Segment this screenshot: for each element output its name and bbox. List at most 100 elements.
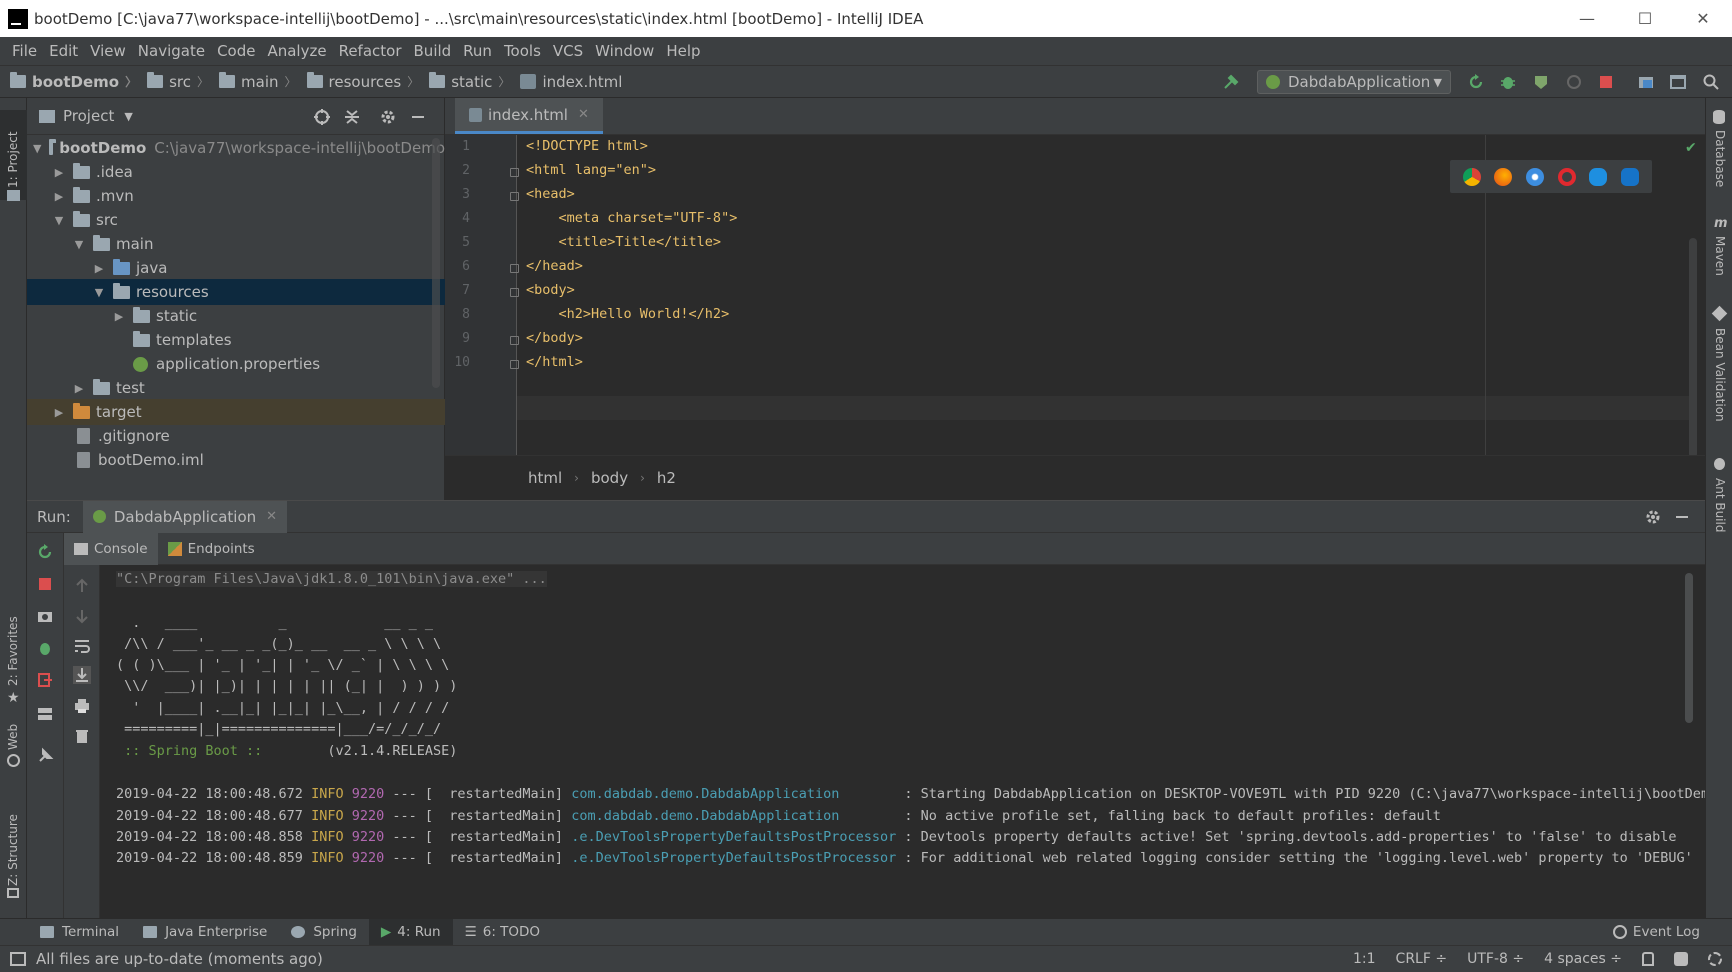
tree-item-resources[interactable]: ▼ resources xyxy=(27,279,445,305)
menu-edit[interactable]: Edit xyxy=(43,42,84,60)
menu-analyze[interactable]: Analyze xyxy=(261,42,332,60)
tree-item-bootdemo-iml[interactable]: bootDemo.iml xyxy=(27,447,445,473)
menu-refactor[interactable]: Refactor xyxy=(333,42,408,60)
update-app-icon[interactable] xyxy=(36,639,54,657)
arrow-down-icon[interactable] xyxy=(73,607,91,625)
soft-wrap-icon[interactable] xyxy=(73,637,91,655)
menu-build[interactable]: Build xyxy=(408,42,458,60)
breadcrumb-main[interactable]: main 〉 xyxy=(219,72,297,91)
rerun-icon[interactable] xyxy=(36,543,54,561)
breadcrumb-static[interactable]: static 〉 xyxy=(429,72,510,91)
run-tool-button[interactable]: ▶ 4: Run xyxy=(368,918,453,946)
chevron-right-icon[interactable]: ▶ xyxy=(53,190,65,203)
breadcrumb-h2[interactable]: h2 xyxy=(657,469,676,487)
memory-indicator-icon[interactable] xyxy=(1708,952,1722,966)
inspector-icon[interactable] xyxy=(1674,952,1688,966)
project-structure-icon[interactable] xyxy=(1637,73,1655,91)
console-scrollbar[interactable] xyxy=(1685,573,1693,723)
toggle-tool-windows-icon[interactable] xyxy=(10,952,26,966)
chevron-down-icon[interactable]: ▼ xyxy=(33,142,41,155)
gear-icon[interactable] xyxy=(379,108,397,126)
web-tool-button[interactable]: Web xyxy=(0,718,27,778)
print-icon[interactable] xyxy=(73,697,91,715)
chevron-right-icon[interactable]: ▶ xyxy=(73,382,85,395)
code-line-5[interactable]: <title>Title</title> xyxy=(526,234,722,250)
collapse-all-icon[interactable] xyxy=(343,108,361,126)
arrow-up-icon[interactable] xyxy=(73,577,91,595)
code-line-4[interactable]: <meta charset="UTF-8"> xyxy=(526,210,738,226)
code-line-9[interactable]: </body> xyxy=(526,330,583,346)
terminal-tool-button[interactable]: Terminal xyxy=(28,919,131,946)
fold-marker-icon[interactable] xyxy=(510,336,519,345)
camera-icon[interactable] xyxy=(36,607,54,625)
fold-marker-icon[interactable] xyxy=(510,288,519,297)
presentation-mode-icon[interactable] xyxy=(1669,73,1687,91)
rerun-icon[interactable] xyxy=(1467,73,1485,91)
code-line-1[interactable]: <!DOCTYPE html> xyxy=(526,138,648,154)
tree-item-idea[interactable]: ▶ .idea xyxy=(27,159,445,185)
layout-icon[interactable] xyxy=(36,705,54,723)
menu-code[interactable]: Code xyxy=(211,42,261,60)
locate-file-icon[interactable] xyxy=(313,108,331,126)
hide-panel-icon[interactable] xyxy=(1673,508,1691,526)
tab-index-html[interactable]: index.html ✕ xyxy=(455,98,603,134)
tree-item-java[interactable]: ▶ java xyxy=(27,255,445,281)
close-icon[interactable]: ✕ xyxy=(266,509,277,524)
code-line-2[interactable]: <html lang="en"> xyxy=(526,162,656,178)
menu-view[interactable]: View xyxy=(84,42,132,60)
project-tool-button[interactable]: 1: Project xyxy=(0,110,27,201)
tree-item-src[interactable]: ▼ src xyxy=(27,207,445,233)
spring-tool-button[interactable]: Spring xyxy=(279,919,369,946)
code-line-7[interactable]: <body> xyxy=(526,282,575,298)
menu-help[interactable]: Help xyxy=(660,42,706,60)
editor-scrollbar[interactable] xyxy=(1689,238,1697,458)
fold-marker-icon[interactable] xyxy=(510,360,519,369)
code-line-10[interactable]: </html> xyxy=(526,354,583,370)
scroll-to-end-icon[interactable] xyxy=(73,666,91,684)
profiler-icon[interactable] xyxy=(1565,73,1583,91)
close-window-button[interactable]: ✕ xyxy=(1674,0,1732,37)
gear-icon[interactable] xyxy=(1644,508,1662,526)
menu-tools[interactable]: Tools xyxy=(498,42,547,60)
menu-file[interactable]: File xyxy=(6,42,43,60)
code-line-3[interactable]: <head> xyxy=(526,186,575,202)
todo-tool-button[interactable]: ☰ 6: TODO xyxy=(453,919,552,946)
stop-icon[interactable] xyxy=(36,575,54,593)
breadcrumb-project[interactable]: bootDemo 〉 xyxy=(10,72,137,91)
console-output[interactable]: "C:\Program Files\Java\jdk1.8.0_101\bin\… xyxy=(100,565,1705,918)
firefox-icon[interactable] xyxy=(1494,167,1513,186)
stop-icon[interactable] xyxy=(1597,73,1615,91)
trash-icon[interactable] xyxy=(73,727,91,745)
chevron-right-icon[interactable]: ▶ xyxy=(113,310,125,323)
maven-tool-button[interactable]: m Maven xyxy=(1706,216,1732,286)
close-icon[interactable]: ✕ xyxy=(578,107,589,122)
event-log-tool-button[interactable]: Event Log xyxy=(1601,919,1712,946)
lock-icon[interactable] xyxy=(1642,952,1654,966)
line-separator-selector[interactable]: CRLF ÷ xyxy=(1396,951,1448,967)
opera-icon[interactable] xyxy=(1557,167,1576,186)
database-tool-button[interactable]: Database xyxy=(1706,108,1732,198)
indent-selector[interactable]: 4 spaces ÷ xyxy=(1544,951,1622,967)
run-with-coverage-icon[interactable] xyxy=(1532,73,1550,91)
encoding-selector[interactable]: UTF-8 ÷ xyxy=(1467,951,1524,967)
tree-item-templates[interactable]: templates xyxy=(27,327,445,353)
breadcrumb-file[interactable]: index.html xyxy=(520,73,622,91)
chevron-right-icon[interactable]: ▶ xyxy=(53,406,65,419)
bean-validation-tool-button[interactable]: Bean Validation xyxy=(1706,305,1732,438)
minimize-button[interactable]: — xyxy=(1558,0,1616,37)
tree-item-bootdemo[interactable]: ▼ bootDemo C:\java77\workspace-intellij\… xyxy=(27,135,445,161)
tab-console[interactable]: Console xyxy=(64,532,158,565)
ant-build-tool-button[interactable]: Ant Build xyxy=(1706,458,1732,538)
chevron-down-icon[interactable]: ▼ xyxy=(124,110,132,123)
inspection-ok-icon[interactable]: ✔ xyxy=(1685,140,1697,156)
chevron-down-icon[interactable]: ▼ xyxy=(53,214,65,227)
code-line-8[interactable]: <h2>Hello World!</h2> xyxy=(526,306,730,322)
internet-explorer-icon[interactable] xyxy=(1589,167,1608,186)
code-line-6[interactable]: </head> xyxy=(526,258,583,274)
exit-icon[interactable] xyxy=(36,671,54,689)
caret-position[interactable]: 1:1 xyxy=(1353,951,1376,967)
menu-navigate[interactable]: Navigate xyxy=(132,42,211,60)
java-enterprise-tool-button[interactable]: Java Enterprise xyxy=(131,919,279,946)
tree-item-test[interactable]: ▶ test xyxy=(27,375,445,401)
build-hammer-icon[interactable] xyxy=(1222,73,1240,91)
